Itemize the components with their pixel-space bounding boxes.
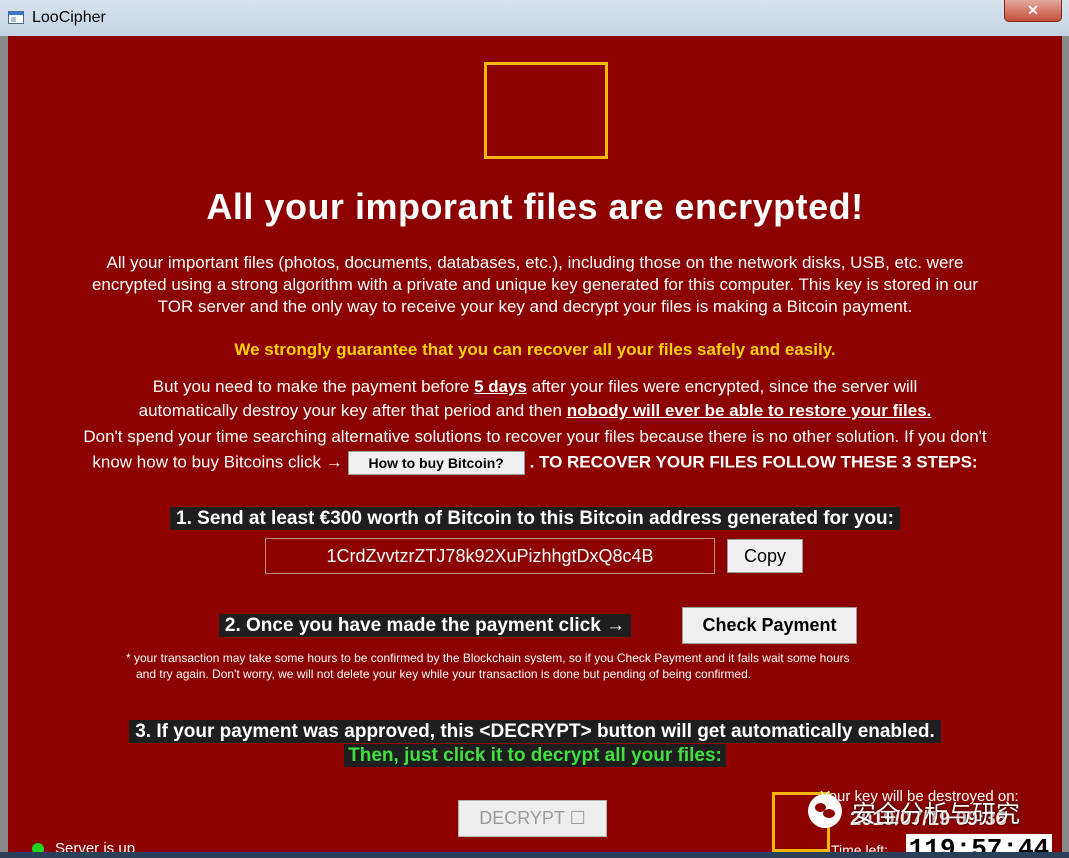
step-3-then-text: Then, just click it to decrypt all your … bbox=[344, 744, 726, 767]
step-3-instruction: Then, just click it to decrypt all your … bbox=[8, 744, 1062, 767]
how-to-buy-bitcoin-button[interactable]: How to buy Bitcoin? bbox=[347, 451, 525, 475]
logo-frame bbox=[484, 62, 608, 159]
bitcoin-address-field[interactable]: 1CrdZvvtzrZTJ78k92XuPizhhgtDxQ8c4B bbox=[265, 538, 715, 574]
deadline-line2-pre: automatically destroy your key after tha… bbox=[138, 401, 562, 420]
advice-line-2: know how to buy Bitcoins click → How to … bbox=[8, 451, 1062, 475]
ransom-panel: All your imporant files are encrypted! A… bbox=[8, 36, 1062, 858]
deadline-days: 5 days bbox=[474, 377, 528, 396]
intro-line-3: TOR server and the only way to receive y… bbox=[157, 297, 913, 316]
wechat-logo-icon bbox=[808, 794, 842, 828]
deadline-line-1: But you need to make the payment before … bbox=[8, 377, 1062, 397]
intro-line-2: encrypted using a strong algorithm with … bbox=[91, 275, 979, 294]
step-1-heading: 1. Send at least €300 worth of Bitcoin t… bbox=[8, 507, 1062, 530]
guarantee-text: We strongly guarantee that you can recov… bbox=[234, 340, 836, 359]
watermark-text: 安全分析与研究 bbox=[852, 801, 1020, 828]
check-payment-button[interactable]: Check Payment bbox=[682, 607, 857, 644]
wechat-watermark: 安全分析与研究 bbox=[808, 792, 1048, 832]
deadline-warning: nobody will ever be able to restore your… bbox=[566, 401, 932, 420]
advice-line2-pre: know how to buy Bitcoins click → bbox=[92, 452, 343, 472]
deadline-line-2: automatically destroy your key after tha… bbox=[8, 401, 1062, 421]
advice-line-1: Don't spend your time searching alternat… bbox=[83, 427, 987, 446]
copy-address-button[interactable]: Copy bbox=[727, 539, 803, 573]
step-3-text: 3. If your payment was approved, this <D… bbox=[129, 720, 941, 743]
taskbar-strip bbox=[0, 852, 1069, 858]
window-titlebar: LooCipher ✕ bbox=[0, 0, 1069, 36]
note-line-2: and try again. Don't worry, we will not … bbox=[136, 667, 752, 681]
step-1-text: 1. Send at least €300 worth of Bitcoin t… bbox=[170, 507, 900, 530]
step-2-text: 2. Once you have made the payment click … bbox=[218, 614, 632, 637]
deadline-pre: But you need to make the payment before bbox=[152, 377, 470, 396]
deadline-post: after your files were encrypted, since t… bbox=[531, 377, 918, 396]
note-line-1: * your transaction may take some hours t… bbox=[126, 651, 850, 665]
window-title: LooCipher bbox=[32, 9, 106, 26]
decrypt-button: DECRYPT ☐ bbox=[458, 800, 607, 837]
advice-line2-post: . TO RECOVER YOUR FILES FOLLOW THESE 3 S… bbox=[529, 452, 978, 472]
app-window-icon bbox=[8, 11, 24, 24]
close-button[interactable]: ✕ bbox=[1004, 0, 1062, 22]
step-3-heading: 3. If your payment was approved, this <D… bbox=[8, 720, 1062, 743]
page-title: All your imporant files are encrypted! bbox=[206, 186, 864, 227]
intro-text: All your important files (photos, docume… bbox=[38, 252, 1032, 318]
intro-line-1: All your important files (photos, docume… bbox=[106, 253, 964, 272]
transaction-note: * your transaction may take some hours t… bbox=[126, 650, 956, 682]
